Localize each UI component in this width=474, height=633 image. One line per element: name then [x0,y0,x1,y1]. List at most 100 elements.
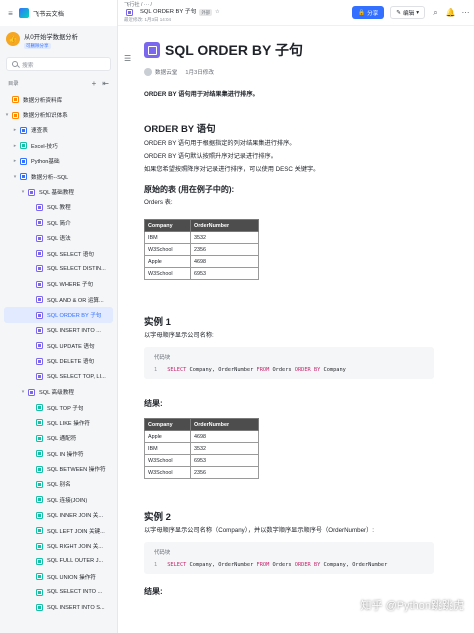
sidebar-item[interactable]: SQL 语法 [0,231,117,246]
sidebar-item[interactable]: SQL INSERT INTO S... [0,600,117,615]
sidebar-item[interactable]: 数据分析资料库 [0,92,117,107]
code-block-2[interactable]: 代码块 1 SELECT Company, OrderNumber FROM O… [144,542,434,574]
doc-icon [36,588,43,596]
doc-icon [36,373,43,381]
sidebar-item[interactable]: SQL WHERE 子句 [0,277,117,292]
sidebar-item[interactable]: ▸ Excel-技巧 [0,138,117,153]
sidebar-item[interactable]: SQL DELETE 语句 [0,354,117,369]
code-table: Orders [269,562,295,568]
menu-icon[interactable]: ≡ [6,9,15,18]
expand-caret-icon[interactable]: ▾ [12,174,18,180]
breadcrumb-parent[interactable]: 飞行社 [124,2,140,8]
sidebar-item[interactable]: ▾ SQL 高级教程 [0,384,117,399]
expand-caret-icon[interactable]: ▾ [20,389,26,395]
sidebar-item[interactable]: SQL 连接(JOIN) [0,492,117,507]
sidebar-item[interactable]: SQL SELECT 语句 [0,246,117,261]
sidebar-item[interactable]: SQL UPDATE 语句 [0,338,117,353]
sidebar: 👍 从0开始学数据分析 可删除分享 搜索 目录 + ⇤ 数据分析资料库 ▾ 数据分析… [0,26,118,633]
code-cols: Company, OrderNumber [186,562,257,568]
example-1-desc: 以字母顺序显示公司名称: [144,332,214,339]
sidebar-item[interactable]: ▾ SQL 基础教程 [0,184,117,199]
sidebar-item[interactable]: SQL 别名 [0,477,117,492]
search-icon[interactable]: ⌕ [431,8,440,17]
sidebar-item[interactable]: SQL TOP 子句 [0,400,117,415]
code-order-col: Company [320,367,346,373]
sidebar-item-label: SQL IN 操作符 [47,451,84,458]
sidebar-item[interactable]: ▸ 速查表 [0,123,117,138]
sidebar-item-label: SQL SELECT 语句 [47,251,94,258]
doc-icon [28,188,35,196]
expand-caret-icon[interactable]: ▸ [12,158,18,164]
lock-icon: 🔒 [358,9,366,16]
sidebar-item[interactable]: ▸ Python基础 [0,154,117,169]
feishu-logo [19,8,29,18]
add-icon[interactable]: + [92,79,97,88]
breadcrumb[interactable]: 飞行社 / ··· / [124,2,220,9]
doc-icon [36,311,43,319]
result-1-title: 结果: [144,399,163,408]
pen-icon: ✎ [396,9,401,16]
search-icon [12,61,18,67]
sidebar-item[interactable]: SQL SELECT INTO ... [0,585,117,600]
expand-caret-icon[interactable]: ▾ [20,189,26,195]
sidebar-item[interactable]: SQL SELECT DISTIN... [0,261,117,276]
sidebar-item[interactable]: SQL LIKE 操作符 [0,415,117,430]
sidebar-item[interactable]: SQL FULL OUTER J... [0,554,117,569]
last-modified: 最近修改: 1月3日 14:04 [124,17,172,22]
sidebar-item[interactable]: SQL ORDER BY 子句 [4,307,113,323]
notification-icon[interactable]: 🔔 [446,8,456,17]
sidebar-item-label: SQL 高级教程 [39,390,74,397]
table-row: Apple 4698 [144,255,259,268]
chevron-down-icon: ▾ [416,9,419,16]
space-header[interactable]: 👍 从0开始学数据分析 可删除分享 [0,26,117,53]
sidebar-item[interactable]: SQL BETWEEN 操作符 [0,461,117,476]
expand-caret-icon[interactable]: ▸ [12,127,18,133]
doc-tree: 数据分析资料库 ▾ 数据分析知识体系 ▸ 速查表 ▸ Excel-技巧 ▸ Python基础 ▾ 数… [0,92,117,615]
expand-caret-icon[interactable]: ▾ [4,112,10,118]
sidebar-item[interactable]: SQL 简介 [0,215,117,230]
sidebar-item-label: SQL LEFT JOIN 关键... [47,528,105,535]
sidebar-item[interactable]: SQL LEFT JOIN 关键... [0,523,117,538]
sidebar-item[interactable]: SQL INSERT INTO ... [0,323,117,338]
sidebar-item[interactable]: ▾ 数据分析知识体系 [0,107,117,122]
sidebar-item[interactable]: SQL 通配符 [0,431,117,446]
s1-paragraph-3: 如果您希望按照降序对记录进行排序，可以使用 DESC 关键字。 [144,166,320,173]
kw-order-by: ORDER BY [294,562,321,568]
doc-icon [36,511,43,519]
doc-icon [36,250,43,258]
sidebar-item-label: SQL 基础教程 [39,190,74,197]
code-line: 1 SELECT Company, OrderNumber FROM Order… [154,562,424,568]
table-cell: W3School [144,243,191,256]
example-1-title: 实例 1 [144,317,171,328]
sidebar-item[interactable]: SQL 教程 [0,200,117,215]
doc-icon [36,542,43,550]
code-block-1[interactable]: 代码块 1 SELECT Company, OrderNumber FROM O… [144,347,434,379]
table-row: Apple 4698 [144,430,259,443]
table-cell: 4698 [190,255,259,268]
share-button[interactable]: 🔒 分享 [352,6,385,19]
doc-icon [36,419,43,427]
star-icon[interactable]: ☆ [215,9,220,16]
more-icon[interactable]: ⋯ [461,8,470,17]
sidebar-item[interactable]: SQL INNER JOIN 关... [0,508,117,523]
kw-from: FROM [256,367,270,373]
doc-icon [36,450,43,458]
sidebar-item[interactable]: SQL IN 操作符 [0,446,117,461]
table-row: W3School 6953 [144,267,259,280]
sidebar-item-label: 速查表 [31,128,48,135]
table-header: OrderNumber [190,219,259,232]
outline-icon[interactable]: ☰ [124,54,131,63]
sidebar-item[interactable]: SQL UNION 操作符 [0,569,117,584]
collapse-icon[interactable]: ⇤ [102,79,109,88]
sidebar-search[interactable]: 搜索 [6,57,111,71]
sidebar-item-label: SQL UPDATE 语句 [47,343,95,350]
doc-icon [36,434,43,442]
sidebar-item[interactable]: SQL RIGHT JOIN 关... [0,538,117,553]
sidebar-item[interactable]: SQL SELECT TOP, LI... [0,369,117,384]
expand-caret-icon[interactable]: ▸ [12,143,18,149]
sidebar-item[interactable]: ▾ 数据分析--SQL [0,169,117,184]
sidebar-item-label: SQL INSERT INTO S... [47,604,105,611]
sidebar-item[interactable]: SQL AND & OR 运算... [0,292,117,307]
author-name[interactable]: 数据云堂 [155,68,177,76]
edit-button[interactable]: ✎ 编辑 ▾ [390,6,425,19]
